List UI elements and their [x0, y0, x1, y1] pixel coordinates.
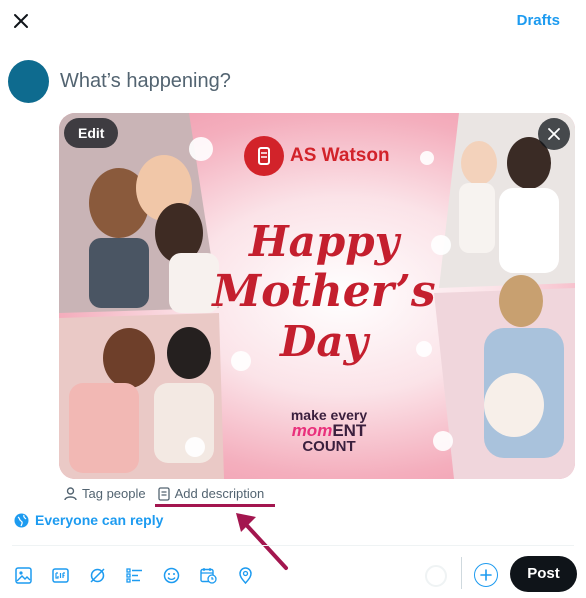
tagline-line-3: COUNT: [302, 438, 356, 455]
tag-people-button[interactable]: Tag people: [64, 486, 146, 501]
top-bar: Drafts: [0, 0, 586, 44]
remove-media-button[interactable]: [538, 118, 570, 150]
media-actions: Tag people Add description: [64, 486, 264, 501]
schedule-icon: [199, 567, 217, 584]
description-icon: [157, 486, 170, 501]
grok-icon: [89, 567, 105, 583]
avatar[interactable]: [8, 60, 49, 103]
schedule-button[interactable]: [195, 562, 221, 588]
headline-line-2: Mother’s: [212, 266, 436, 317]
person-icon: [64, 486, 77, 500]
location-button[interactable]: [232, 562, 258, 588]
edit-media-button[interactable]: Edit: [64, 118, 119, 148]
highlight-underline: [155, 504, 275, 507]
tag-people-label: Tag people: [82, 486, 146, 501]
reply-setting-label: Everyone can reply: [35, 512, 164, 528]
brand-name: AS Watson: [290, 145, 390, 166]
compose-input[interactable]: What’s happening?: [60, 70, 231, 93]
location-icon: [238, 566, 252, 584]
poll-icon: [125, 567, 142, 583]
headline-line-1: Happy: [248, 217, 400, 266]
drafts-button[interactable]: Drafts: [517, 12, 560, 29]
toolbar-divider: [461, 557, 462, 589]
close-button[interactable]: [8, 8, 34, 34]
promo-tagline: make every momENT COUNT: [259, 408, 399, 455]
grok-button[interactable]: [84, 562, 110, 588]
attached-media[interactable]: AS Watson Happy Mother’s Day make every …: [59, 113, 575, 479]
close-icon: [548, 128, 560, 140]
globe-icon: [14, 513, 29, 527]
add-description-label: Add description: [174, 486, 265, 501]
reply-setting-button[interactable]: Everyone can reply: [14, 512, 163, 528]
divider: [12, 545, 574, 546]
poll-button[interactable]: [121, 562, 147, 588]
image-icon: [14, 566, 32, 584]
character-counter: [425, 565, 447, 587]
gif-button[interactable]: [47, 562, 73, 588]
brand: AS Watson: [244, 136, 390, 176]
close-icon: [14, 14, 28, 28]
emoji-button[interactable]: [158, 562, 184, 588]
emoji-icon: [163, 567, 179, 583]
add-post-button[interactable]: [474, 563, 498, 587]
brand-logo-icon: [244, 136, 284, 176]
add-description-button[interactable]: Add description: [157, 486, 265, 501]
post-button[interactable]: Post: [510, 556, 577, 592]
compose-toolbar: [10, 562, 258, 588]
media-button[interactable]: [10, 562, 36, 588]
plus-icon: [480, 569, 492, 581]
headline-line-3: Day: [279, 317, 369, 366]
promo-headline: Happy Mother’s Day: [209, 217, 439, 367]
gif-icon: [51, 567, 69, 583]
